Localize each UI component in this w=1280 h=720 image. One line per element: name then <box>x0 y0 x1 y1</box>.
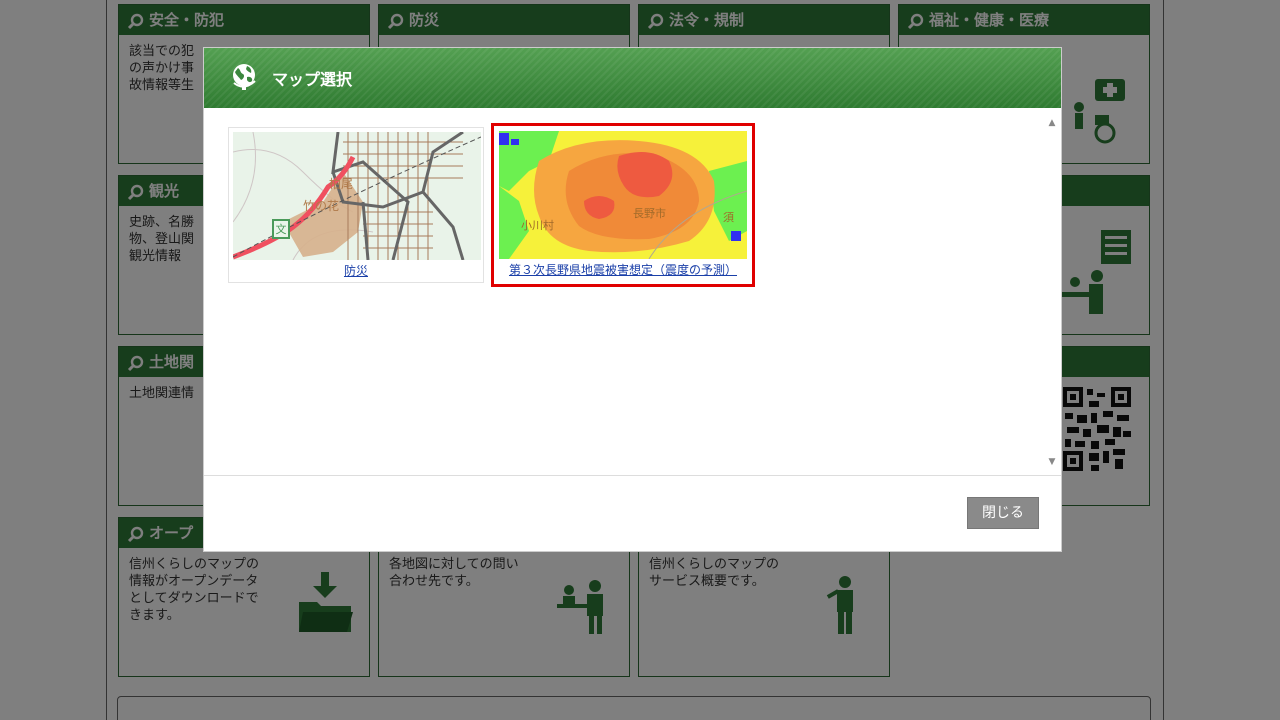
map-text: 小川村 <box>521 218 554 232</box>
map-text: 長野市 <box>633 206 666 220</box>
map-text: 須 <box>723 211 734 224</box>
map-link-disaster[interactable]: 防災 <box>233 262 479 279</box>
map-thumbnail-earthquake[interactable]: 小川村 長野市 須 <box>499 131 747 259</box>
map-link-earthquake[interactable]: 第３次長野県地震被害想定（震度の予測） <box>499 261 747 278</box>
map-thumbnail-disaster[interactable]: 文 柏尾 竹の花 <box>233 132 481 260</box>
map-card-earthquake[interactable]: 小川村 長野市 須 第３次長野県地震被害想定（震度の予測） <box>491 123 755 287</box>
dialog-body: ▲ ▼ 文 柏尾 竹の花 防災 小川村 長野市 須 第３次長野県地震被害想定（震… <box>204 108 1061 476</box>
map-select-dialog: マップ選択 ▲ ▼ 文 柏尾 竹の花 防災 小川村 長野市 須 第３次長野県地震… <box>203 47 1062 552</box>
map-card-disaster[interactable]: 文 柏尾 竹の花 防災 <box>228 127 484 283</box>
scroll-up-arrow-icon[interactable]: ▲ <box>1047 118 1057 128</box>
svg-text:文: 文 <box>276 222 287 236</box>
close-button[interactable]: 閉じる <box>967 497 1039 529</box>
map-text: 竹の花 <box>303 198 339 213</box>
scroll-down-arrow-icon[interactable]: ▼ <box>1047 457 1057 467</box>
globe-icon <box>230 61 260 95</box>
dialog-title: マップ選択 <box>272 70 353 89</box>
map-text: 柏尾 <box>329 176 353 191</box>
dialog-header: マップ選択 <box>204 48 1061 108</box>
